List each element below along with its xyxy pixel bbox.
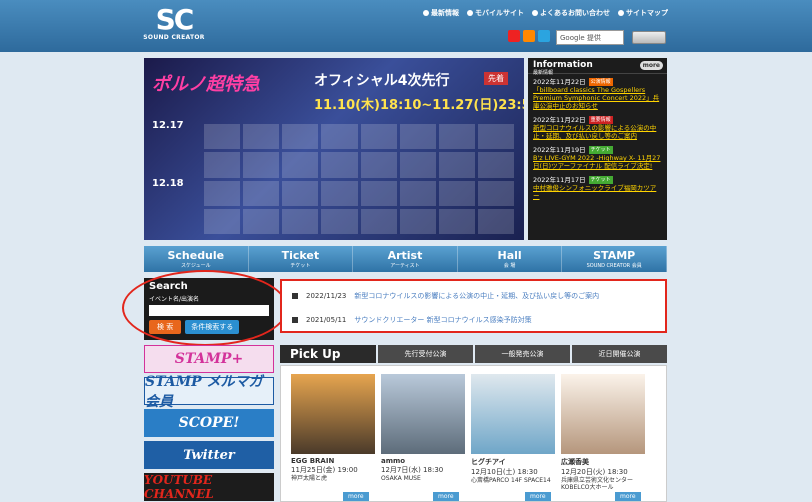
site-logo[interactable]: SC SOUND CREATOR [142, 6, 206, 46]
hero-day1: 12.17 [152, 120, 184, 131]
pickup-tabs: Pick Up 先行受付公演 一般発売公演 近日開催公演 [280, 345, 667, 363]
info-more-button[interactable]: more [639, 61, 663, 70]
banner-youtube[interactable]: YOUTUBE CHANNEL [144, 473, 274, 501]
youtube-icon[interactable] [508, 30, 520, 42]
info-subtitle: 最新情報 [533, 70, 554, 76]
link-sitemap[interactable]: サイトマップ [618, 8, 668, 18]
twitter-icon[interactable] [538, 30, 550, 42]
nav-schedule[interactable]: Schedule スケジュール [144, 246, 249, 272]
main-nav: Schedule スケジュール Ticket チケット Artist アーティスト H… [144, 246, 667, 272]
rss-icon[interactable] [523, 30, 535, 42]
search-label: イベント名/出演名 [149, 296, 200, 303]
banner-twitter[interactable]: Twitter [144, 441, 274, 469]
event-search-input[interactable] [149, 305, 269, 316]
artist-photo[interactable] [291, 374, 375, 454]
social-icons [508, 30, 550, 42]
pickup-card[interactable]: ヒグチアイ 12月10日(土) 18:30 心斎橋PARCO 14F SPACE… [471, 374, 555, 501]
hero-title: オフィシャル4次先行 [314, 73, 450, 89]
pickup-card[interactable]: EGG BRAIN 11月25日(金) 19:00 神戸太陽と虎 [291, 374, 375, 501]
tab-pickup[interactable]: Pick Up [280, 345, 376, 363]
pickup-panel: EGG BRAIN 11月25日(金) 19:00 神戸太陽と虎 ammo 12… [280, 365, 667, 502]
arrow-icon [292, 317, 298, 323]
nav-hall[interactable]: Hall 会 場 [458, 246, 563, 272]
tab-presale[interactable]: 先行受付公演 [378, 345, 473, 363]
banner-stamp-mailmag[interactable]: STAMP メルマガ会員 [144, 374, 274, 410]
banner-scope[interactable]: SCOPE! [144, 409, 274, 437]
banner-stamp-plus[interactable]: STAMP+ [144, 345, 274, 373]
pickup-card[interactable]: 広瀬香美 12月20日(火) 18:30 兵庫県立芸術文化センター KOBELC… [561, 374, 645, 501]
more-button[interactable]: more [615, 492, 641, 501]
info-item[interactable]: 2022年11月22日 公演情報 「billboard classics The … [533, 78, 662, 110]
hero-banner[interactable]: ポルノ超特急 オフィシャル4次先行 先着 11.10(木)18:10~11.27… [144, 58, 524, 240]
artist-photo[interactable] [471, 374, 555, 454]
info-item[interactable]: 2022年11月19日 チケット B'z LIVE-GYM 2022 -Highw… [533, 146, 662, 170]
information-panel: Information 最新情報 more 2022年11月22日 公演情報 「b… [528, 58, 667, 240]
notice-item[interactable]: 2021/05/11 サウンドクリエーター 新型コロナウイルス感染予防対策 [292, 315, 655, 325]
link-latest[interactable]: 最新情報 [423, 8, 459, 18]
top-links: 最新情報 モバイルサイト よくあるお問い合わせ サイトマップ [423, 8, 668, 18]
tab-general-sale[interactable]: 一般発売公演 [475, 345, 570, 363]
notice-box: 2022/11/23 新型コロナウイルスの影響による公演の中止・延期、及び払い戻… [280, 279, 667, 333]
more-button[interactable]: more [525, 492, 551, 501]
artist-photo[interactable] [381, 374, 465, 454]
link-faq[interactable]: よくあるお問い合わせ [532, 8, 610, 18]
search-title: Search [149, 281, 188, 292]
more-button[interactable]: more [433, 492, 459, 501]
info-item[interactable]: 2022年11月17日 チケット 中村雅俊シンフォニックライブ福岡カツアー [533, 176, 662, 200]
nav-artist[interactable]: Artist アーティスト [353, 246, 458, 272]
hero-logo: ポルノ超特急 [152, 74, 260, 95]
more-button[interactable]: more [343, 492, 369, 501]
hero-day2: 12.18 [152, 178, 184, 189]
artist-photo[interactable] [561, 374, 645, 454]
hero-date: 11.10(木)18:10~11.27(日)23:59 [314, 98, 524, 113]
nav-stamp[interactable]: STAMP SOUND CREATOR 会員 [562, 246, 667, 272]
notice-item[interactable]: 2022/11/23 新型コロナウイルスの影響による公演の中止・延期、及び払い戻… [292, 291, 655, 301]
search-button[interactable]: 検 索 [149, 320, 182, 334]
pickup-card[interactable]: ammo 12月7日(水) 18:30 OSAKA MUSE [381, 374, 465, 501]
site-header: SC SOUND CREATOR 最新情報 モバイルサイト よくあるお問い合わせ… [0, 0, 812, 52]
event-search-panel: Search イベント名/出演名 検 索 条件検索する [144, 278, 274, 340]
advanced-search-button[interactable]: 条件検索する [185, 320, 240, 334]
hero-badge: 先着 [484, 72, 508, 85]
link-mobile[interactable]: モバイルサイト [467, 8, 524, 18]
site-search-button[interactable] [632, 31, 666, 44]
nav-ticket[interactable]: Ticket チケット [249, 246, 354, 272]
artist-grid [204, 124, 514, 234]
arrow-icon [292, 293, 298, 299]
tab-upcoming[interactable]: 近日開催公演 [572, 345, 667, 363]
info-item[interactable]: 2022年11月22日 重要情報 新型コロナウイルスの影響による公演の中止・延期、… [533, 116, 662, 140]
site-search-input[interactable]: Google 提供 [556, 30, 624, 45]
